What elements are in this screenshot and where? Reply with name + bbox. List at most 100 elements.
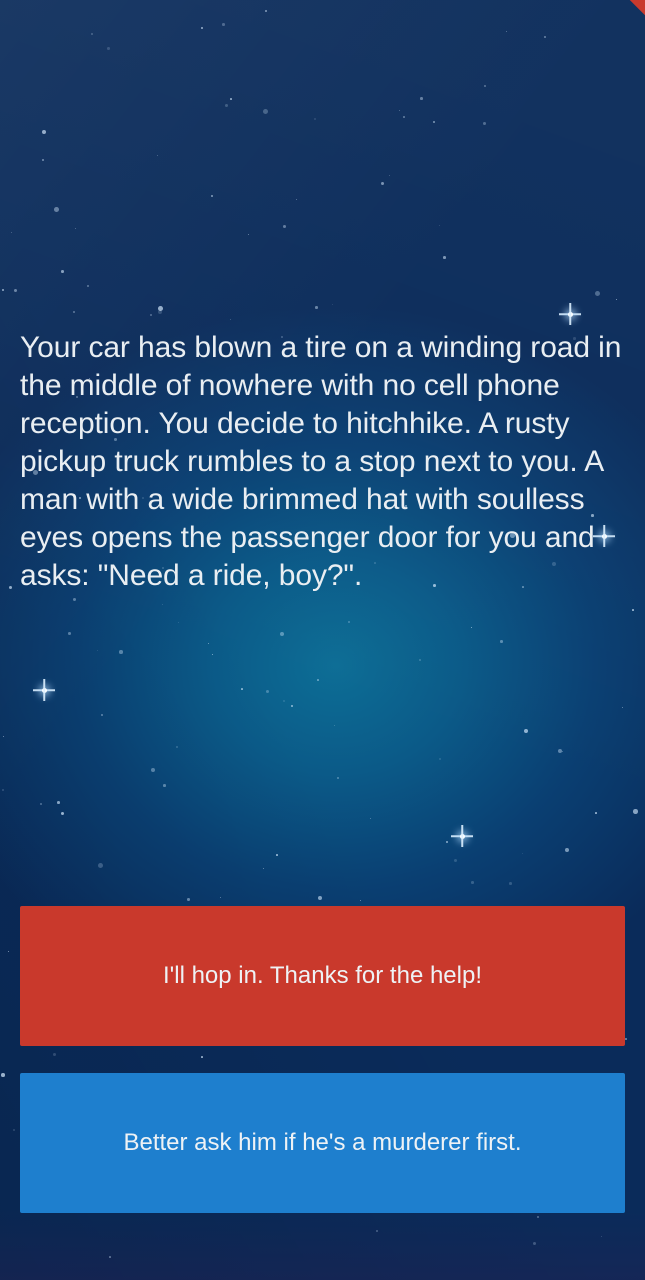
star-dot	[158, 310, 163, 315]
star-dot	[2, 789, 4, 791]
star-dot	[2, 289, 5, 292]
star-dot	[276, 854, 278, 856]
star-dot	[9, 586, 12, 589]
star-dot	[42, 159, 44, 161]
sparkle-star	[451, 825, 473, 847]
star-dot	[360, 900, 362, 902]
star-dot	[484, 85, 486, 87]
star-dot	[446, 841, 449, 844]
star-dot	[283, 700, 285, 702]
star-dot	[370, 818, 372, 820]
star-dot	[241, 688, 243, 690]
star-dot	[524, 729, 529, 734]
star-dot	[558, 749, 563, 754]
star-dot	[54, 207, 59, 212]
star-dot	[13, 1129, 16, 1132]
star-dot	[61, 270, 64, 273]
sparkle-star	[559, 303, 581, 325]
star-dot	[14, 289, 18, 293]
star-dot	[616, 299, 618, 301]
star-dot	[119, 650, 123, 654]
star-dot	[280, 632, 284, 636]
star-dot	[187, 898, 190, 901]
star-dot	[91, 33, 94, 36]
star-dot	[266, 690, 270, 694]
star-dot	[8, 951, 10, 953]
star-dot	[73, 311, 76, 314]
star-dot	[537, 1216, 540, 1219]
star-dot	[389, 175, 391, 177]
background-bottom-shade	[0, 1210, 645, 1280]
star-dot	[471, 627, 473, 629]
star-dot	[625, 1038, 627, 1040]
star-dot	[506, 31, 508, 33]
star-dot	[225, 104, 229, 108]
star-dot	[500, 640, 503, 643]
star-dot	[337, 777, 340, 780]
star-dot	[376, 1230, 379, 1233]
star-dot	[265, 10, 267, 12]
star-dot	[601, 1236, 603, 1238]
star-dot	[248, 234, 250, 236]
star-dot	[332, 304, 334, 306]
star-dot	[87, 285, 90, 288]
star-dot	[178, 622, 180, 624]
star-dot	[483, 122, 486, 125]
star-dot	[443, 256, 446, 259]
sparkle-star	[33, 679, 55, 701]
star-dot	[150, 314, 153, 317]
star-dot	[314, 118, 317, 121]
star-dot	[230, 319, 232, 321]
star-dot	[454, 859, 458, 863]
star-dot	[201, 1056, 203, 1058]
star-dot	[3, 736, 5, 738]
star-dot	[162, 604, 164, 606]
star-dot	[622, 707, 624, 709]
star-dot	[57, 801, 60, 804]
corner-accent	[626, 0, 645, 19]
star-dot	[158, 306, 163, 311]
choice-button-ask-murderer[interactable]: Better ask him if he's a murderer first.	[20, 1073, 625, 1213]
star-dot	[595, 291, 601, 297]
star-dot	[163, 784, 166, 787]
star-dot	[399, 110, 400, 111]
star-dot	[533, 1242, 537, 1246]
star-dot	[632, 609, 634, 611]
star-dot	[42, 130, 47, 135]
choice-button-hop-in[interactable]: I'll hop in. Thanks for the help!	[20, 906, 625, 1046]
star-dot	[1, 1073, 5, 1077]
star-dot	[595, 812, 597, 814]
star-dot	[201, 27, 204, 30]
star-dot	[101, 714, 104, 717]
star-dot	[208, 643, 210, 645]
star-dot	[212, 654, 214, 656]
star-dot	[222, 23, 225, 26]
story-text: Your car has blown a tire on a winding r…	[20, 331, 622, 592]
star-dot	[317, 679, 319, 681]
star-dot	[283, 225, 286, 228]
star-dot	[419, 659, 421, 661]
star-dot	[403, 116, 405, 118]
star-dot	[381, 182, 384, 185]
star-dot	[107, 47, 110, 50]
star-dot	[53, 1053, 56, 1056]
star-dot	[230, 98, 232, 100]
star-dot	[439, 225, 441, 227]
star-dot	[562, 751, 564, 753]
star-dot	[73, 598, 76, 601]
star-dot	[433, 121, 436, 124]
star-dot	[211, 195, 214, 198]
star-dot	[40, 803, 43, 806]
star-dot	[176, 746, 179, 749]
star-dot	[544, 36, 547, 39]
star-dot	[633, 809, 638, 814]
star-dot	[263, 109, 269, 115]
star-dot	[97, 650, 99, 652]
star-dot	[11, 232, 12, 233]
star-dot	[263, 868, 265, 870]
star-dot	[565, 848, 569, 852]
star-dot	[291, 705, 294, 708]
star-dot	[75, 228, 77, 230]
star-dot	[509, 882, 512, 885]
star-dot	[318, 896, 323, 901]
